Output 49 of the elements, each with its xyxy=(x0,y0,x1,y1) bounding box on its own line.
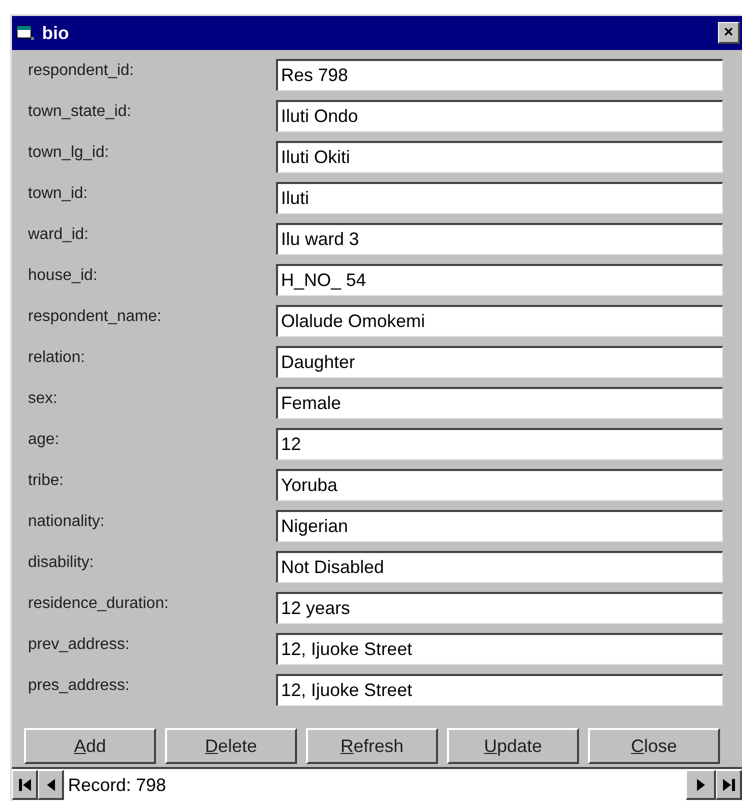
field-label: ward_id: xyxy=(27,225,90,245)
form-icon xyxy=(16,24,36,42)
field-label: town_lg_id: xyxy=(27,143,110,163)
input-field[interactable]: H_NO_ 54 xyxy=(276,264,723,296)
first-record-button[interactable] xyxy=(12,770,38,800)
last-icon xyxy=(722,778,736,792)
field-label: respondent_name: xyxy=(27,307,162,327)
input-field[interactable]: Iluti Okiti xyxy=(276,141,723,173)
field-label: town_state_id: xyxy=(27,102,132,122)
field-label: prev_address: xyxy=(27,635,130,655)
input-field[interactable]: Female xyxy=(276,387,723,419)
field-label: age: xyxy=(27,430,60,450)
input-field[interactable]: Daughter xyxy=(276,346,723,378)
form-button[interactable]: Close xyxy=(588,728,720,764)
form-button[interactable]: Refresh xyxy=(306,728,438,764)
input-field[interactable]: 12, Ijuoke Street xyxy=(276,674,723,706)
close-button[interactable]: × xyxy=(718,22,740,44)
field-label: relation: xyxy=(27,348,86,368)
field-label: house_id: xyxy=(27,266,98,286)
last-record-button[interactable] xyxy=(716,770,742,800)
next-record-button[interactable] xyxy=(686,770,716,800)
previous-record-button[interactable] xyxy=(38,770,64,800)
input-field[interactable]: Res 798 xyxy=(276,59,723,91)
first-icon xyxy=(18,778,32,792)
input-field[interactable]: 12, Ijuoke Street xyxy=(276,633,723,665)
window-title: bio xyxy=(42,22,70,44)
input-field[interactable]: Yoruba xyxy=(276,469,723,501)
record-number: Record: 798 xyxy=(67,774,168,796)
field-label: tribe: xyxy=(27,471,65,491)
field-label: respondent_id: xyxy=(27,61,135,81)
right-triangle-icon xyxy=(694,778,706,792)
input-field[interactable]: Iluti Ondo xyxy=(276,100,723,132)
form-button[interactable]: Update xyxy=(447,728,579,764)
field-label: nationality: xyxy=(27,512,106,532)
input-field[interactable]: Olalude Omokemi xyxy=(276,305,723,337)
input-field[interactable]: Iluti xyxy=(276,182,723,214)
input-field[interactable]: Ilu ward 3 xyxy=(276,223,723,255)
field-label: town_id: xyxy=(27,184,89,204)
field-label: disability: xyxy=(27,553,95,573)
input-field[interactable]: 12 xyxy=(276,428,723,460)
input-field[interactable]: Not Disabled xyxy=(276,551,723,583)
field-label: sex: xyxy=(27,389,58,409)
field-label: residence_duration: xyxy=(27,594,170,614)
input-field[interactable]: Nigerian xyxy=(276,510,723,542)
field-label: pres_address: xyxy=(27,676,130,696)
input-field[interactable]: 12 years xyxy=(276,592,723,624)
form-button[interactable]: Delete xyxy=(165,728,297,764)
left-triangle-icon xyxy=(44,778,56,792)
form-button[interactable]: Add xyxy=(24,728,156,764)
